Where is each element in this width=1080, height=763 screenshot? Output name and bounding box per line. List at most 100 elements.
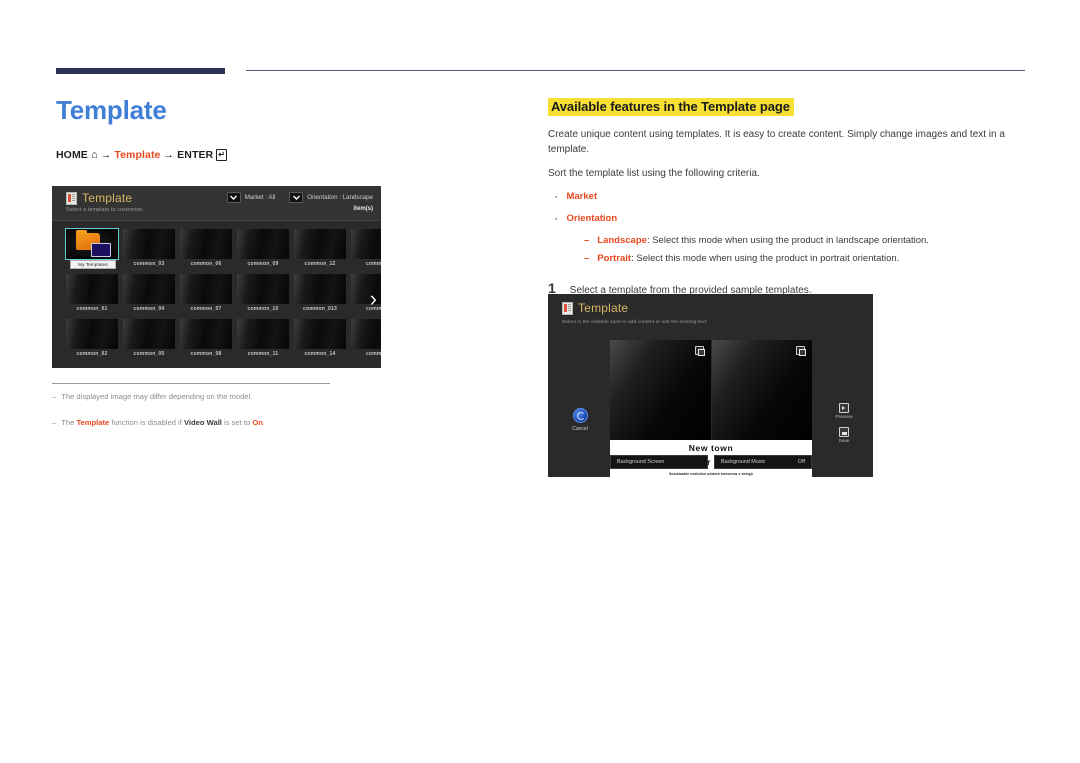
title-rule-left: [56, 68, 225, 74]
chevron-down-icon[interactable]: [289, 192, 304, 203]
template-cell[interactable]: common_11: [237, 319, 289, 359]
template-cell-label: common_09: [247, 261, 279, 267]
filter-orientation[interactable]: Orientation : Landscape: [289, 192, 373, 203]
template-cell[interactable]: common_07: [180, 274, 232, 314]
preview-label: Preview: [835, 415, 853, 420]
preview-button[interactable]: Preview: [825, 403, 863, 420]
background-screen-button[interactable]: Background Screen: [610, 455, 708, 469]
template-cell[interactable]: common_02: [66, 319, 118, 359]
preview-icon[interactable]: [839, 403, 849, 413]
template-list-title: Template: [82, 191, 133, 205]
screenshot-template-list: Template Select a template to customise.…: [52, 186, 381, 368]
template-cell-label: common_07: [190, 306, 222, 312]
template-cell[interactable]: common_09: [237, 229, 289, 269]
template-cell-label: common_10: [247, 306, 279, 312]
subbullet-portrait: – Portrait: Select this mode when using …: [584, 253, 1026, 264]
background-screen-label: Background Screen: [617, 459, 665, 465]
template-cell[interactable]: common_013: [294, 274, 346, 314]
editable-zone-left[interactable]: [610, 340, 711, 440]
breadcrumb-enter: ENTER: [177, 148, 214, 161]
filter-orientation-label: Orientation : Landscape: [307, 194, 373, 201]
breadcrumb-home: HOME: [56, 148, 88, 161]
template-thumbnail[interactable]: [294, 319, 346, 349]
background-music-button[interactable]: Background Music Off: [714, 455, 812, 469]
template-cell[interactable]: common_05: [123, 319, 175, 359]
template-cell[interactable]: common: [351, 319, 381, 359]
save-icon[interactable]: [839, 427, 849, 437]
footnote-emphasis-template: Template: [76, 417, 110, 427]
template-list-subtitle: Select a template to customise.: [66, 207, 145, 213]
image-placeholder-icon[interactable]: [694, 346, 705, 356]
template-cell-my-templates[interactable]: My Templates: [65, 228, 119, 269]
template-icon: [562, 301, 573, 315]
template-cell[interactable]: common_10: [237, 274, 289, 314]
save-label: Save: [838, 439, 850, 444]
template-cell-label: common_14: [304, 351, 336, 357]
template-thumbnail[interactable]: [294, 229, 346, 259]
editor-header: Template Select in the editable zone to …: [548, 294, 873, 330]
template-cell-label: common_11: [247, 351, 279, 357]
footnote-dash: –: [52, 417, 57, 427]
card-line-1: New town: [688, 442, 734, 453]
template-cell[interactable]: common_03: [123, 229, 175, 269]
template-thumbnail[interactable]: [66, 274, 118, 304]
footnote-list: – The displayed image may differ dependi…: [52, 392, 382, 444]
editor-title: Template: [578, 301, 629, 315]
breadcrumb: HOME ⌂ → Template → ENTER ↵: [56, 148, 386, 161]
save-button[interactable]: Save: [825, 427, 863, 444]
cancel-button[interactable]: Cancel: [560, 408, 600, 432]
page-title: Template: [56, 95, 167, 125]
template-cell[interactable]: common: [351, 229, 381, 269]
image-placeholder-icon[interactable]: [796, 346, 806, 356]
section-heading: Available features in the Template page: [548, 98, 794, 116]
section-paragraph-1: Create unique content using templates. I…: [548, 129, 1005, 155]
subbullet-portrait-text: Portrait: Select this mode when using th…: [597, 252, 900, 264]
footnote-emphasis-on: On: [252, 417, 263, 427]
template-thumbnail[interactable]: [237, 274, 289, 304]
template-cell-label: common_04: [133, 306, 165, 312]
template-cell[interactable]: common_12: [294, 229, 346, 269]
template-thumbnail[interactable]: [351, 229, 381, 259]
section-paragraph-2: Sort the template list using the followi…: [548, 168, 760, 179]
subbullet-landscape: – Landscape: Select this mode when using…: [584, 235, 1026, 246]
template-cell[interactable]: common_01: [66, 274, 118, 314]
footnote-text: The displayed image may differ depending…: [61, 392, 253, 401]
cancel-icon[interactable]: [572, 408, 588, 423]
footnote-item: – The Template function is disabled if V…: [52, 418, 382, 428]
footnote-divider: [52, 383, 330, 384]
template-cell[interactable]: common_06: [180, 229, 232, 269]
template-thumbnail[interactable]: [180, 319, 232, 349]
template-thumbnail[interactable]: [65, 228, 119, 260]
template-thumbnail[interactable]: [123, 274, 175, 304]
bullet-orientation: ▪ Orientation: [548, 213, 1026, 226]
editable-zone-right[interactable]: [711, 340, 812, 440]
template-cell-label: common_03: [133, 261, 165, 267]
template-thumbnail[interactable]: [180, 274, 232, 304]
template-cell[interactable]: common_04: [123, 274, 175, 314]
background-music-value: Off: [797, 459, 805, 465]
editable-zones: [610, 340, 812, 440]
template-cell[interactable]: common_08: [180, 319, 232, 359]
chevron-down-icon[interactable]: [226, 192, 241, 203]
template-thumbnail[interactable]: [351, 319, 381, 349]
template-thumbnail[interactable]: [66, 319, 118, 349]
template-thumbnail[interactable]: [123, 229, 175, 259]
footnote-item: – The displayed image may differ dependi…: [52, 392, 382, 402]
template-thumbnail[interactable]: [294, 274, 346, 304]
screenshot-template-editor: Template Select in the editable zone to …: [548, 294, 873, 477]
template-cell-label: common_06: [190, 261, 222, 267]
items-count-label: item(s): [353, 206, 373, 212]
template-cell-label: common_02: [76, 351, 108, 357]
template-grid: My Templates common_03 common_06 common_…: [65, 228, 381, 359]
filter-market-label: Market : All: [244, 194, 276, 201]
subbullet-dash-icon: –: [584, 234, 590, 246]
filter-market[interactable]: Market : All: [226, 192, 276, 203]
display-icon: [91, 243, 111, 257]
bullet-market: ▪ Market: [548, 191, 1026, 204]
template-thumbnail[interactable]: [123, 319, 175, 349]
template-thumbnail[interactable]: [180, 229, 232, 259]
template-thumbnail[interactable]: [237, 229, 289, 259]
template-cell[interactable]: common_14: [294, 319, 346, 359]
editor-subtitle: Select in the editable zone to add conte…: [562, 320, 708, 325]
template-thumbnail[interactable]: [237, 319, 289, 349]
